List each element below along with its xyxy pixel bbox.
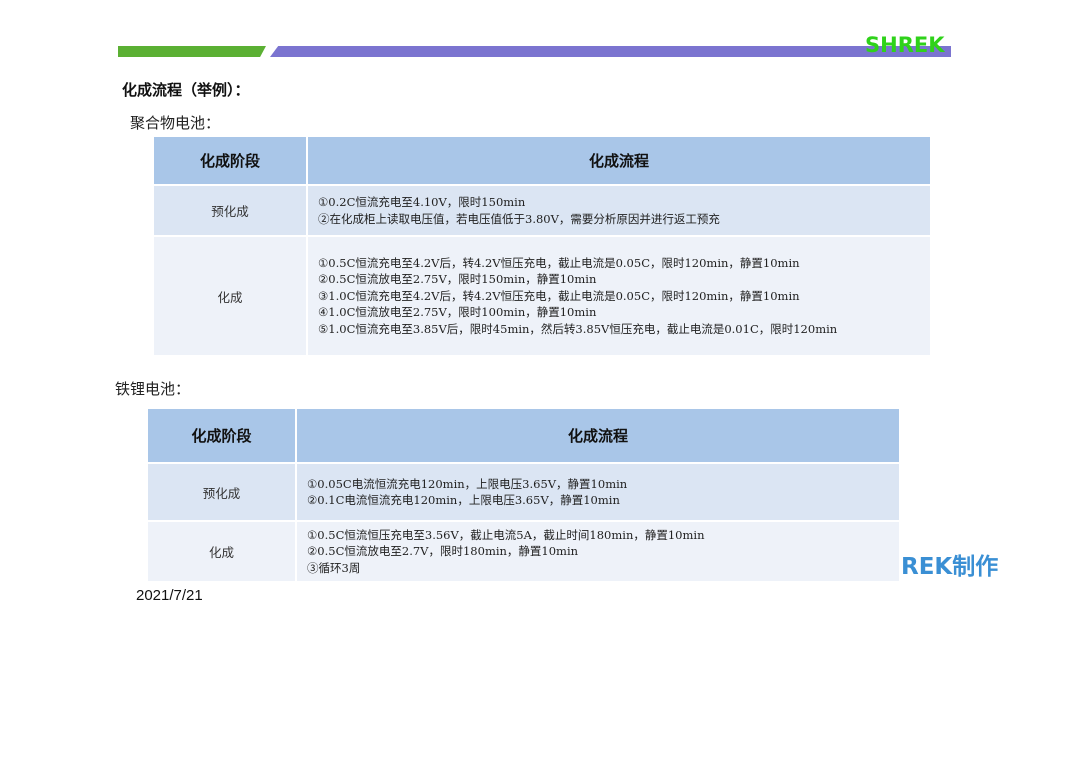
header-stage: 化成阶段	[152, 135, 308, 186]
process-cell: ①0.5C恒流充电至4.2V后，转4.2V恒压充电，截止电流是0.05C，限时1…	[306, 235, 932, 357]
process-step: ④1.0C恒流放电至2.75V，限时100min，静置10min	[318, 305, 597, 320]
header-stage: 化成阶段	[146, 407, 297, 464]
process-step: ①0.5C恒流恒压充电至3.56V，截止电流5A，截止时间180min，静置10…	[307, 527, 705, 542]
process-cell: ①0.05C电流恒流充电120min，上限电压3.65V，静置10min ②0.…	[295, 462, 901, 522]
header-green-bar	[118, 46, 266, 57]
shrek-logo: SHREK	[865, 33, 945, 57]
process-step: ③循环3周	[307, 560, 361, 575]
process-step: ①0.05C电流恒流充电120min，上限电压3.65V，静置10min	[307, 476, 628, 491]
table-row: 化成 ①0.5C恒流恒压充电至3.56V，截止电流5A，截止时间180min，静…	[146, 520, 901, 583]
process-cell: ①0.5C恒流恒压充电至3.56V，截止电流5A，截止时间180min，静置10…	[295, 520, 901, 583]
process-step: ②在化成柜上读取电压值，若电压值低于3.80V，需要分析原因并进行返工预充	[318, 211, 720, 226]
header-process: 化成流程	[306, 135, 932, 186]
header-purple-bar	[270, 46, 951, 57]
polymer-process-table: 化成阶段 化成流程 预化成 ①0.2C恒流充电至4.10V，限时150min ②…	[152, 135, 932, 357]
process-step: ①0.2C恒流充电至4.10V，限时150min	[318, 195, 526, 209]
stage-cell: 化成	[146, 520, 297, 583]
stage-cell: 化成	[152, 235, 308, 357]
table-row: 预化成 ①0.05C电流恒流充电120min，上限电压3.65V，静置10min…	[146, 462, 901, 522]
header-process: 化成流程	[295, 407, 901, 464]
process-step: ②0.1C电流恒流充电120min，上限电压3.65V，静置10min	[307, 493, 620, 507]
page-title: 化成流程（举例）：	[122, 81, 250, 99]
lfp-process-table: 化成阶段 化成流程 预化成 ①0.05C电流恒流充电120min，上限电压3.6…	[146, 407, 901, 583]
table-row: 预化成 ①0.2C恒流充电至4.10V，限时150min ②在化成柜上读取电压值…	[152, 184, 932, 237]
process-step: ③1.0C恒流充电至4.2V后，转4.2V恒压充电，截止电流是0.05C，限时1…	[318, 288, 800, 303]
watermark-text: REK制作	[901, 554, 999, 580]
slide-date: 2021/7/21	[136, 587, 203, 604]
process-cell: ①0.2C恒流充电至4.10V，限时150min ②在化成柜上读取电压值，若电压…	[306, 184, 932, 237]
polymer-section-label: 聚合物电池：	[130, 114, 221, 132]
process-step: ②0.5C恒流放电至2.75V，限时150min，静置10min	[318, 272, 597, 287]
stage-cell: 预化成	[152, 184, 308, 237]
table-row: 化成 ①0.5C恒流充电至4.2V后，转4.2V恒压充电，截止电流是0.05C，…	[152, 235, 932, 357]
process-step: ⑤1.0C恒流充电至3.85V后，限时45min，然后转3.85V恒压充电，截止…	[318, 321, 838, 336]
stage-cell: 预化成	[146, 462, 297, 522]
process-step: ②0.5C恒流放电至2.7V，限时180min，静置10min	[307, 544, 579, 559]
process-step: ①0.5C恒流充电至4.2V后，转4.2V恒压充电，截止电流是0.05C，限时1…	[318, 255, 800, 270]
lfp-section-label: 铁锂电池：	[115, 380, 191, 398]
